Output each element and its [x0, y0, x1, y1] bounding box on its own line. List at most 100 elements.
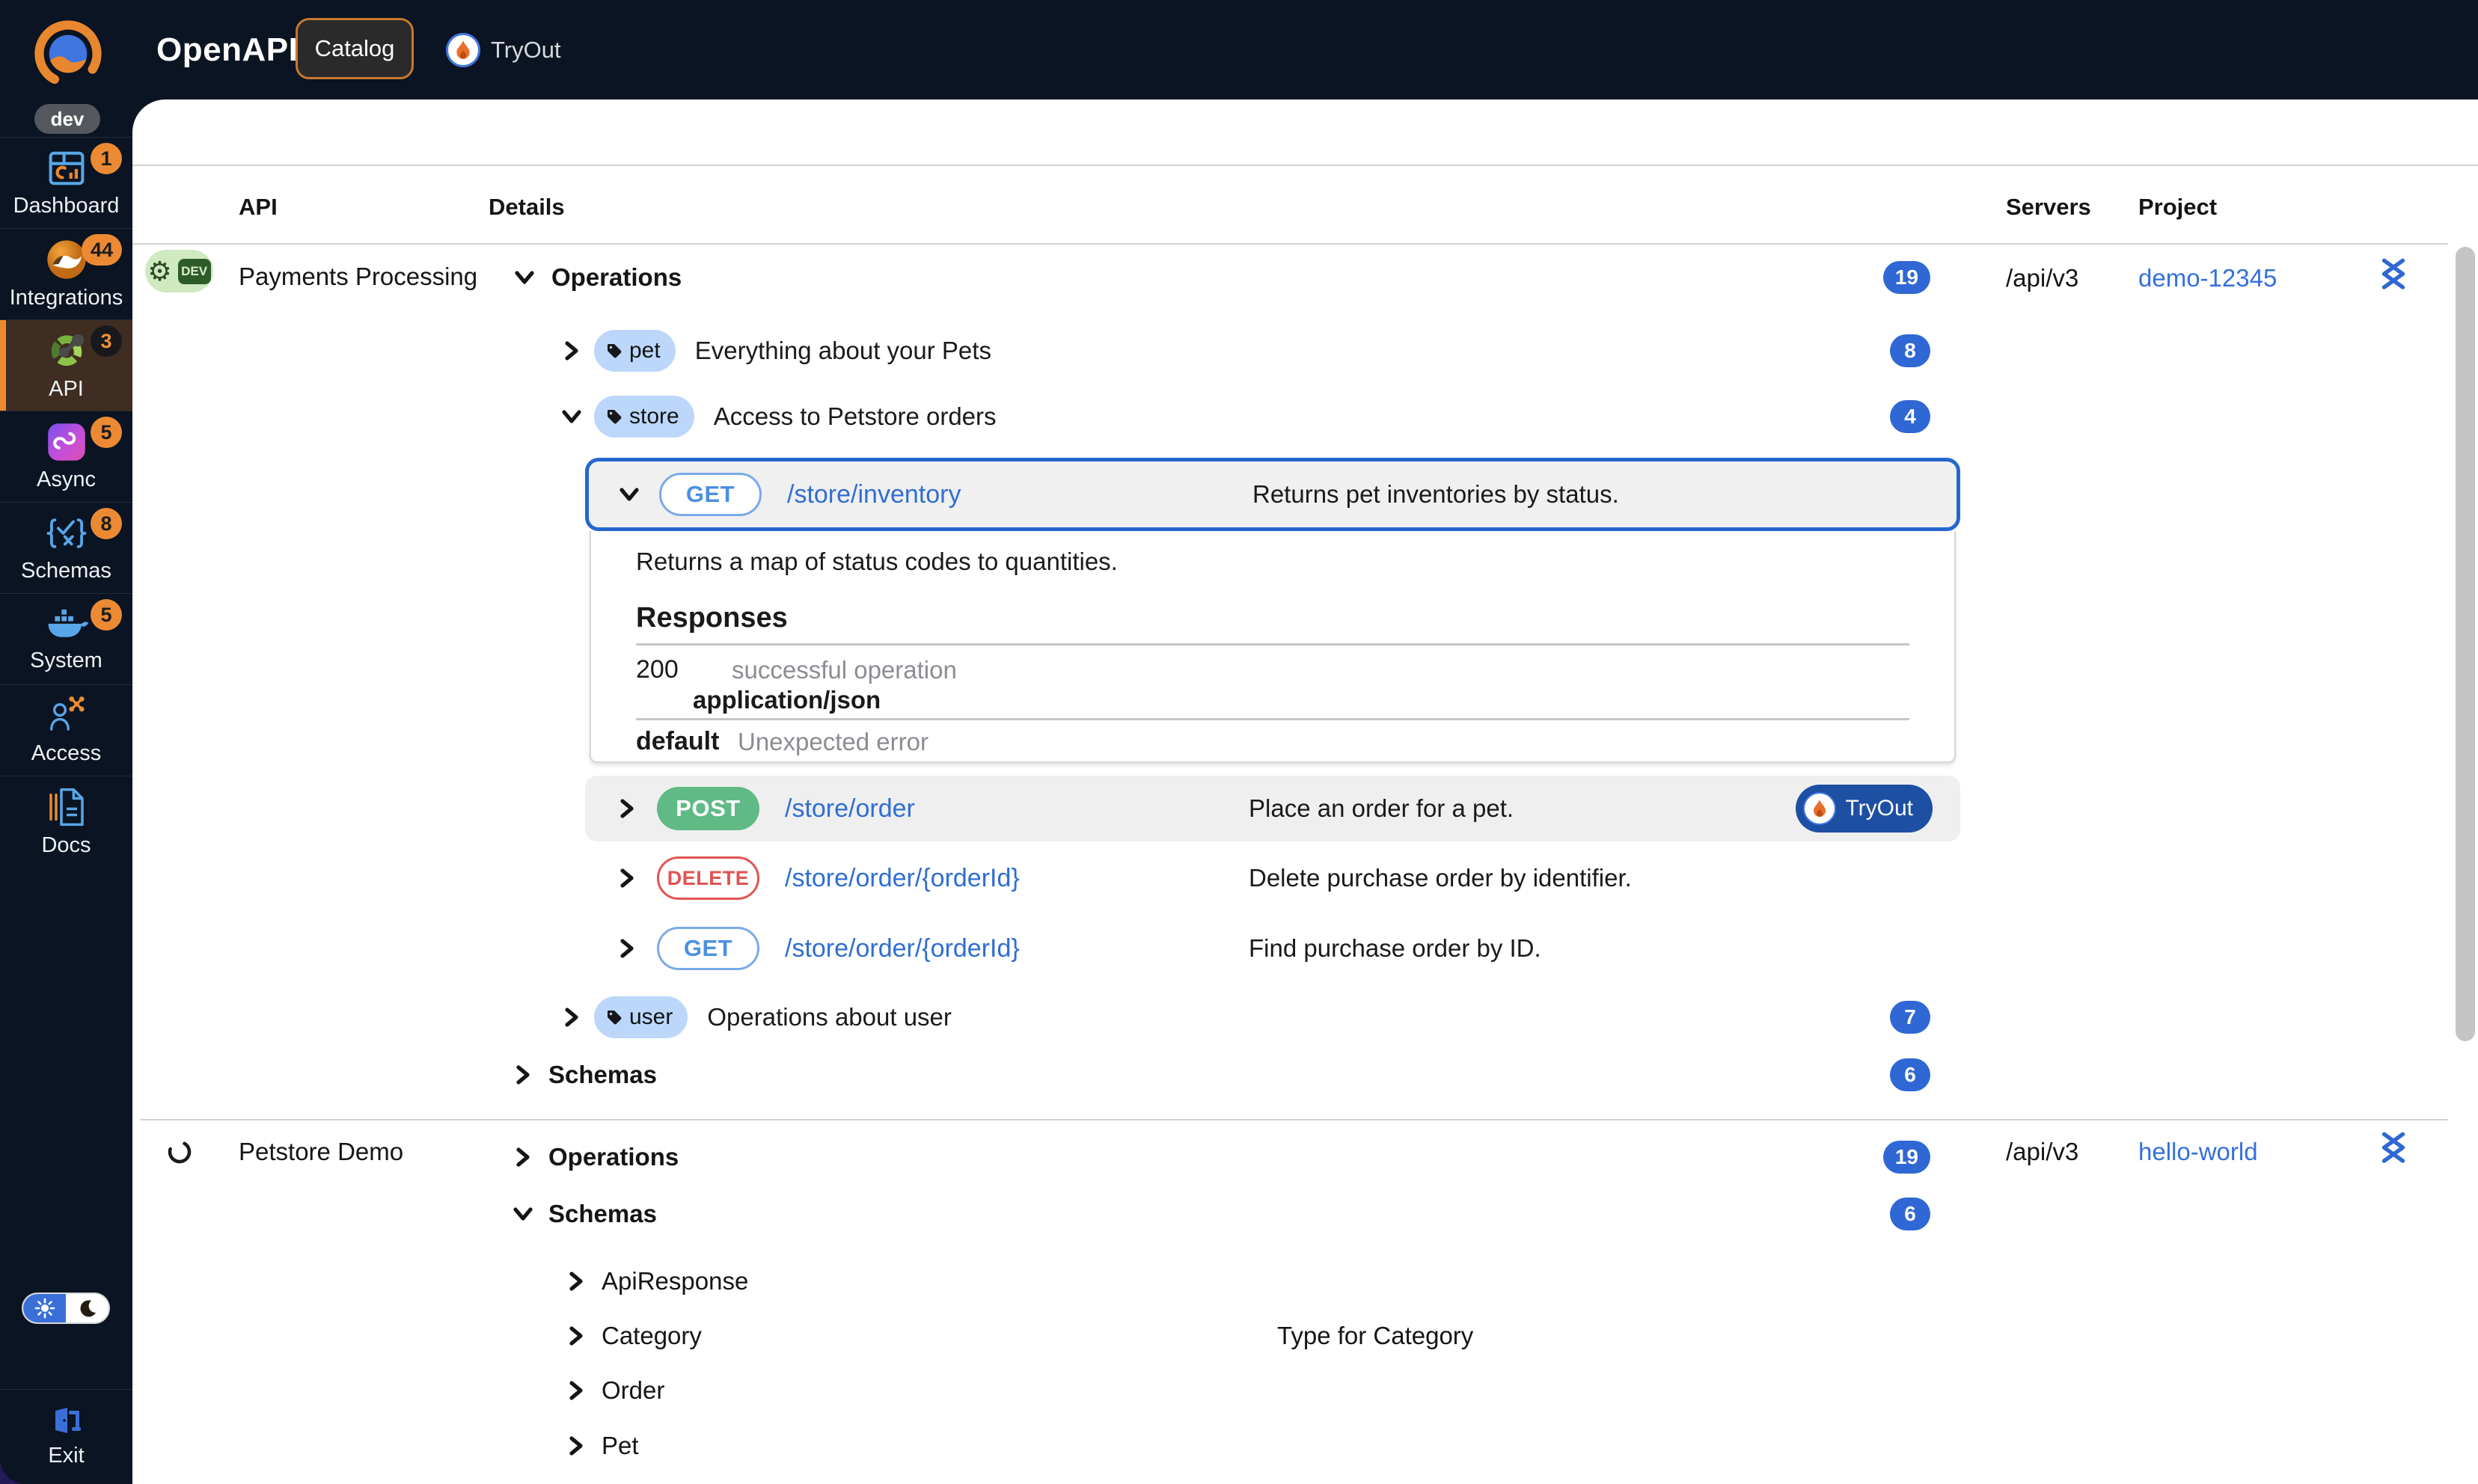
dashboard-icon [46, 148, 88, 188]
sidebar-item-label: Schemas [21, 559, 111, 583]
tryout-nav-label: TryOut [491, 37, 561, 64]
scrollbar-thumb[interactable] [2456, 247, 2475, 1041]
schema-name: ApiResponse [602, 1267, 748, 1296]
response-description: successful operation [732, 656, 957, 684]
catalog-button[interactable]: Catalog [296, 18, 414, 79]
schema-row-pet[interactable]: Pet [489, 1422, 1960, 1470]
chevron-right-icon[interactable] [618, 938, 636, 959]
sidebar-item-label: Async [37, 467, 96, 492]
flame-icon [446, 33, 480, 67]
method-pill-post: POST [657, 787, 759, 830]
api-badge: 3 [91, 325, 122, 357]
sidebar-item-dashboard[interactable]: 1 Dashboard [0, 137, 132, 228]
op-summary: Returns pet inventories by status. [1252, 480, 1619, 509]
tryout-button[interactable]: TryOut [1796, 785, 1933, 833]
operations-toggle-row[interactable]: Operations 19 [489, 1133, 1960, 1181]
chevron-right-icon[interactable] [563, 340, 581, 361]
schema-name: Category [602, 1322, 702, 1350]
tryout-nav[interactable]: TryOut [446, 0, 561, 99]
op-path-link[interactable]: /store/order/{orderId} [785, 864, 1020, 893]
chevron-down-icon[interactable] [513, 1204, 533, 1224]
theme-toggle[interactable] [22, 1293, 110, 1324]
tag-icon [606, 1009, 622, 1025]
schemas-toggle-row[interactable]: Schemas 6 [489, 1190, 1960, 1238]
tag-pill-user: user [594, 996, 688, 1038]
main-content: API Details Servers Project ⚙ DEV Paymen… [132, 99, 2478, 1484]
sidebar-item-system[interactable]: 5 System [0, 593, 132, 684]
response-code: default [636, 727, 719, 756]
op-path-link[interactable]: /store/order/{orderId} [785, 934, 1020, 963]
response-code: 200 [636, 655, 679, 684]
brand-title: OpenAPI [156, 0, 298, 99]
op-path-link[interactable]: /store/inventory [787, 480, 961, 509]
schema-row-apiresponse[interactable]: ApiResponse [489, 1257, 1960, 1305]
server-value: /api/v3 [2006, 264, 2078, 292]
column-header-servers: Servers [2006, 194, 2091, 221]
schema-row-order[interactable]: Order [489, 1367, 1960, 1414]
schema-name: Order [602, 1376, 664, 1405]
api-icon [46, 330, 88, 372]
sidebar-item-integrations[interactable]: 44 Integrations [0, 228, 132, 319]
operations-toggle-row[interactable]: Operations 19 [489, 254, 1960, 301]
system-icon [45, 606, 88, 643]
sidebar-item-docs[interactable]: Docs [0, 776, 132, 867]
exit-label: Exit [48, 1444, 84, 1468]
double-x-icon[interactable] [2377, 1130, 2410, 1168]
sun-icon [34, 1298, 55, 1319]
tag-description: Access to Petstore orders [714, 402, 997, 431]
tag-pill-pet: pet [594, 330, 676, 372]
schemas-label: Schemas [548, 1061, 657, 1089]
responses-divider [636, 643, 1909, 646]
chevron-right-icon[interactable] [567, 1380, 585, 1401]
sidebar-item-api[interactable]: 3 API [0, 319, 132, 411]
responses-title: Responses [636, 602, 788, 634]
schemas-badge: 8 [91, 508, 122, 539]
op-row-get-order[interactable]: GET /store/order/{orderId} Find purchase… [585, 916, 1960, 981]
chevron-right-icon[interactable] [567, 1435, 585, 1456]
chevron-right-icon[interactable] [567, 1271, 585, 1292]
chevron-right-icon[interactable] [567, 1325, 585, 1346]
tag-description: Everything about your Pets [695, 337, 991, 365]
sidebar-item-exit[interactable]: Exit [0, 1389, 132, 1484]
schema-row-category[interactable]: Category Type for Category [489, 1312, 1960, 1360]
toolbar-divider [132, 165, 2478, 166]
top-bar: OpenAPI Catalog TryOut dev [0, 0, 2478, 99]
tag-name: user [629, 1005, 673, 1030]
op-path-link[interactable]: /store/order [785, 794, 915, 824]
sidebar-item-label: Access [31, 741, 101, 766]
tag-row-user[interactable]: user Operations about user 7 [489, 993, 1960, 1041]
chevron-right-icon[interactable] [618, 798, 636, 819]
double-x-icon[interactable] [2377, 257, 2410, 294]
chevron-right-icon[interactable] [563, 1007, 581, 1028]
light-mode-option[interactable] [23, 1294, 66, 1322]
api-name: Payments Processing [239, 263, 477, 291]
sidebar: 1 Dashboard 44 Integrations 3 [0, 99, 132, 1484]
chevron-right-icon[interactable] [514, 1064, 532, 1085]
dark-mode-option[interactable] [66, 1294, 108, 1322]
chevron-right-icon[interactable] [514, 1147, 532, 1168]
chevron-down-icon[interactable] [514, 268, 535, 287]
op-row-post-order[interactable]: POST /store/order Place an order for a p… [585, 776, 1960, 841]
project-link: demo-12345 [2138, 264, 2277, 292]
schemas-toggle-row[interactable]: Schemas 6 [489, 1051, 1960, 1099]
dev-chip: DEV [178, 259, 211, 284]
tag-count-badge: 4 [1890, 400, 1930, 433]
op-row-delete-order[interactable]: DELETE /store/order/{orderId} Delete pur… [585, 845, 1960, 911]
chevron-down-icon[interactable] [619, 485, 640, 504]
sidebar-item-schemas[interactable]: 8 Schemas [0, 502, 132, 593]
async-badge: 5 [91, 417, 122, 448]
op-row-get-inventory[interactable]: GET /store/inventory Returns pet invento… [585, 458, 1960, 531]
tag-pill-store: store [594, 396, 694, 438]
column-header-project: Project [2138, 194, 2217, 221]
tag-row-store[interactable]: store Access to Petstore orders 4 [489, 393, 1960, 441]
app-logo-icon [33, 12, 103, 96]
sidebar-item-access[interactable]: Access [0, 684, 132, 776]
chevron-right-icon[interactable] [618, 868, 636, 889]
tag-description: Operations about user [707, 1003, 952, 1031]
spinner-icon [167, 1139, 192, 1165]
sidebar-item-async[interactable]: 5 Async [0, 411, 132, 502]
tag-row-pet[interactable]: pet Everything about your Pets 8 [489, 327, 1960, 375]
chevron-down-icon[interactable] [561, 407, 582, 426]
server-value: /api/v3 [2006, 1138, 2078, 1166]
schemas-count-badge: 6 [1890, 1058, 1930, 1091]
